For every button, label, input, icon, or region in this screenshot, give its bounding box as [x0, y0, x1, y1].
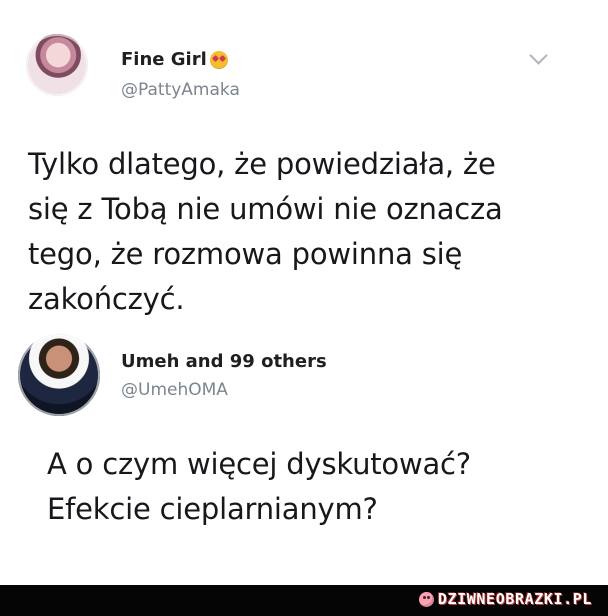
site-watermark: DZIWNEOBRAZKI.PL: [418, 590, 592, 608]
main-author-handle[interactable]: @PattyAmaka: [121, 80, 240, 100]
reply-author-name[interactable]: Umeh and 99 others: [121, 351, 327, 372]
reply-text: A o czym więcej dyskutować? Efekcie ciep…: [47, 447, 471, 526]
main-avatar-ring: [26, 34, 88, 96]
reply-avatar[interactable]: [18, 334, 100, 416]
main-avatar[interactable]: [26, 34, 88, 96]
watermark-label: DZIWNEOBRAZKI.PL: [437, 590, 592, 608]
watermark-face-icon: [418, 591, 434, 607]
reply-author-handle[interactable]: @UmehOMA: [121, 380, 228, 400]
tweet-screenshot: Fine Girl @PattyAmaka Tylko dlatego, że …: [0, 0, 608, 616]
main-tweet: Fine Girl @PattyAmaka Tylko dlatego, że …: [0, 0, 608, 330]
heart-eyes-emoji-icon: [209, 50, 228, 69]
main-tweet-text: Tylko dlatego, że powiedziała, że się z …: [28, 147, 503, 316]
reply-avatar-ring: [18, 334, 100, 416]
main-author-name[interactable]: Fine Girl: [121, 49, 207, 70]
watermark-bar: DZIWNEOBRAZKI.PL: [0, 585, 608, 616]
chevron-down-icon[interactable]: [529, 46, 548, 65]
main-name-line: Fine Girl: [121, 49, 228, 70]
